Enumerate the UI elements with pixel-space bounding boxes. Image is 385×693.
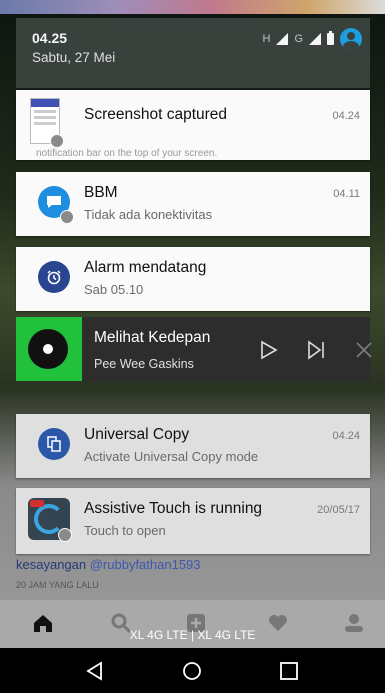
track-artist: Pee Wee Gaskins	[94, 357, 194, 371]
notification-time: 04.11	[333, 188, 360, 200]
alarm-clock-icon	[38, 261, 70, 293]
background-banner	[0, 0, 385, 14]
carrier-label: XL 4G LTE | XL 4G LTE	[129, 628, 256, 642]
track-title: Melihat Kedepan	[94, 329, 211, 346]
gallery-badge-icon	[50, 134, 64, 148]
play-icon[interactable]	[257, 339, 279, 361]
account-icon[interactable]	[340, 28, 362, 50]
notification-title: Universal Copy	[84, 426, 190, 443]
network-type-1: H	[262, 33, 271, 45]
notification-subtitle: Touch to open	[84, 523, 166, 538]
caption-handle[interactable]: @rubbyfathan1593	[90, 557, 201, 572]
notification-body-partial: notification bar on the top of your scre…	[36, 148, 218, 159]
battery-icon	[327, 31, 334, 45]
music-player-notification[interactable]: Melihat Kedepan Pee Wee Gaskins	[16, 317, 372, 381]
notification-title: Assistive Touch is running	[84, 500, 263, 517]
notification-universal-copy[interactable]: Universal Copy Activate Universal Copy m…	[16, 414, 370, 478]
date[interactable]: Sabtu, 27 Mei	[32, 50, 115, 65]
network-type-2: G	[294, 33, 303, 45]
notification-alarm[interactable]: Alarm mendatang Sab 05.10	[16, 247, 370, 311]
caption-text: kesayangan	[16, 557, 90, 572]
copy-icon	[38, 428, 70, 460]
settings-badge-icon	[58, 528, 72, 542]
notification-title: BBM	[84, 184, 118, 201]
close-icon[interactable]	[353, 339, 375, 361]
disc-icon	[28, 329, 68, 369]
background-caption: kesayangan @rubbyfathan1593	[16, 557, 201, 572]
notification-title: Screenshot captured	[84, 106, 228, 123]
shade-header: 04.25 Sabtu, 27 Mei H G	[16, 18, 370, 88]
notification-time: 04.24	[332, 430, 360, 442]
status-icons: H G	[262, 28, 362, 50]
album-art	[16, 317, 82, 381]
notification-assistive-touch[interactable]: Assistive Touch is running Touch to open…	[16, 488, 370, 554]
notification-subtitle: Tidak ada konektivitas	[84, 207, 213, 222]
signal-icon	[276, 33, 289, 45]
home-button-icon[interactable]	[181, 660, 203, 682]
notification-time: 04.24	[332, 110, 360, 122]
clock: 04.25	[32, 30, 68, 46]
notification-screenshot[interactable]: Screenshot captured 04.24 notification b…	[16, 90, 370, 160]
notification-time: 20/05/17	[317, 504, 360, 516]
back-icon[interactable]	[84, 660, 106, 682]
bbm-badge-icon	[60, 210, 74, 224]
background-time-ago: 20 JAM YANG LALU	[16, 580, 99, 590]
skip-next-icon[interactable]	[305, 339, 327, 361]
notification-title: Alarm mendatang	[84, 259, 207, 276]
notification-bbm[interactable]: BBM Tidak ada konektivitas 04.11	[16, 172, 370, 236]
notification-subtitle: Activate Universal Copy mode	[84, 449, 259, 464]
recents-icon[interactable]	[278, 660, 300, 682]
notification-subtitle: Sab 05.10	[84, 282, 144, 297]
signal-icon	[309, 33, 321, 45]
